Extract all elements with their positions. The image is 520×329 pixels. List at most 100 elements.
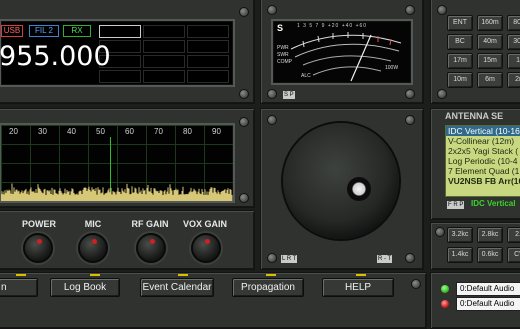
band-button-80m[interactable]: 80m — [507, 15, 520, 31]
tuning-panel: L R T R - T — [260, 108, 424, 270]
help-button[interactable]: HELP — [322, 278, 394, 297]
audio-output-led — [441, 300, 449, 308]
band-button-6m[interactable]: 6m — [477, 72, 503, 88]
antenna-list[interactable]: IDC Vertical (10-16 V-Collinear (12m) 2x… — [445, 125, 520, 197]
meter-alc-label: ALC — [301, 73, 311, 79]
power-knob[interactable] — [23, 233, 53, 263]
antenna-item[interactable]: VU2NSB FB Arr(10 — [446, 176, 520, 186]
bottom-button-indicator-1 — [16, 274, 26, 276]
antenna-item-selected[interactable]: IDC Vertical (10-16 — [446, 126, 520, 136]
screw — [405, 5, 415, 15]
band-button-15m[interactable]: 15m — [477, 53, 503, 69]
band-button-2m[interactable]: 2m — [507, 72, 520, 88]
screw — [437, 5, 447, 15]
propagation-button[interactable]: Propagation — [232, 278, 304, 297]
band-panel: ENT 160m 80m BC 40m 30m 17m 15m 12 10m 6… — [430, 0, 520, 104]
screw — [405, 89, 415, 99]
filter-button-2-5kc[interactable]: 2.5 — [507, 227, 520, 243]
antenna-item[interactable]: 2x2x5 Yagi Stack ( — [446, 146, 520, 156]
memory-slot-12[interactable] — [187, 70, 229, 83]
band-button-ent[interactable]: ENT — [447, 15, 473, 31]
screw — [239, 193, 249, 203]
mode-usb-badge[interactable]: USB — [1, 25, 23, 37]
mic-knob[interactable] — [78, 233, 108, 263]
rx-badge[interactable]: RX — [63, 25, 91, 37]
meter-swr-label: SWR — [277, 52, 289, 58]
antenna-title: ANTENNA SE — [445, 111, 504, 121]
filter-button-3-2kc[interactable]: 3.2kc — [447, 227, 473, 243]
vfo-display: USB FIL 2 RX 955.000 — [0, 19, 235, 87]
audio-input-led — [441, 285, 449, 293]
band-button-17m[interactable]: 17m — [447, 53, 473, 69]
s-meter: S 1 3 5 7 9 +20 +40 +60 PWR SWR COMP ALC… — [271, 19, 413, 85]
filter-button-1-4kc[interactable]: 1.4kc — [447, 247, 473, 263]
meter-scale-graphic — [290, 32, 402, 82]
memory-slot-1[interactable] — [99, 25, 141, 38]
screw — [411, 279, 421, 289]
rf-gain-knob[interactable] — [136, 233, 166, 263]
mic-knob-label: MIC — [84, 219, 102, 229]
antenna-item[interactable]: 7 Element Quad (1 — [446, 166, 520, 176]
memory-slot-2[interactable] — [143, 25, 185, 38]
meter-pwr-label: PWR — [277, 45, 289, 51]
filter-button-2-8kc[interactable]: 2.8kc — [477, 227, 503, 243]
audio-output-device[interactable]: 0:Default Audio — [456, 297, 520, 311]
screw — [239, 7, 249, 17]
screw — [405, 115, 415, 125]
vox-gain-knob[interactable] — [191, 233, 221, 263]
audio-input-device[interactable]: 0:Default Audio — [456, 282, 520, 296]
bottom-button-indicator-2 — [90, 274, 100, 276]
screw — [435, 227, 445, 237]
band-button-160m[interactable]: 160m — [477, 15, 503, 31]
meter-s-label: S — [277, 23, 284, 33]
band-button-10m[interactable]: 10m — [447, 72, 473, 88]
selected-antenna-readout: IDC Vertical — [471, 199, 516, 208]
sp-badge[interactable]: S P — [283, 91, 295, 99]
meter-panel: S 1 3 5 7 9 +20 +40 +60 PWR SWR COMP ALC… — [260, 0, 424, 104]
filter-button-cw[interactable]: CW — [507, 247, 520, 263]
band-button-12m[interactable]: 12 — [507, 53, 520, 69]
meter-watts-label: 100W — [385, 65, 399, 71]
memory-slot-8[interactable] — [143, 55, 185, 68]
knob-strip: POWER MIC RF GAIN VOX GAIN — [0, 210, 255, 270]
memory-slot-5[interactable] — [143, 40, 185, 53]
rt-badge[interactable]: R - T — [377, 255, 393, 263]
power-knob-label: POWER — [21, 219, 56, 229]
filter-badge[interactable]: FIL 2 — [29, 25, 59, 37]
bottom-button-indicator-5 — [356, 274, 366, 276]
spectrum-panel: 20 30 40 50 60 70 80 90 — [0, 108, 255, 208]
meter-comp-label: COMP — [277, 59, 292, 65]
screw — [239, 117, 249, 127]
screw — [267, 253, 277, 263]
event-calendar-button[interactable]: Event Calendar — [140, 278, 214, 297]
memory-slot-6[interactable] — [187, 40, 229, 53]
screw — [239, 89, 249, 99]
antenna-item[interactable]: Log Periodic (10-4 — [446, 156, 520, 166]
lrt-badge[interactable]: L R T — [281, 255, 298, 263]
rf-gain-knob-label: RF GAIN — [131, 219, 169, 229]
bottom-button-indicator-4 — [266, 274, 276, 276]
tuning-dial[interactable] — [283, 123, 399, 239]
frequency-readout[interactable]: 955.000 — [0, 41, 111, 72]
memory-slot-9[interactable] — [187, 55, 229, 68]
spectrum-noise-floor — [1, 183, 233, 201]
bottom-button-partial[interactable]: n — [0, 278, 38, 297]
band-button-40m[interactable]: 40m — [477, 34, 503, 50]
memory-slot-3[interactable] — [187, 25, 229, 38]
bottom-button-indicator-3 — [178, 274, 188, 276]
antenna-item[interactable]: V-Collinear (12m) — [446, 136, 520, 146]
filter-panel: 3.2kc 2.8kc 2.5 1.4kc 0.6kc CW — [430, 222, 520, 270]
frp-badge[interactable]: F R P — [447, 201, 465, 209]
vfo-panel: USB FIL 2 RX 955.000 — [0, 0, 255, 104]
screw — [405, 253, 415, 263]
band-button-30m[interactable]: 30m — [507, 34, 520, 50]
screw — [437, 89, 447, 99]
antenna-panel: ANTENNA SE IDC Vertical (10-16 V-Colline… — [430, 108, 520, 220]
spectrum-display[interactable]: 20 30 40 50 60 70 80 90 — [0, 123, 235, 203]
filter-button-0-6kc[interactable]: 0.6kc — [477, 247, 503, 263]
meter-s-scale: 1 3 5 7 9 +20 +40 +60 — [297, 23, 368, 29]
memory-slot-11[interactable] — [143, 70, 185, 83]
band-button-bc[interactable]: BC — [447, 34, 473, 50]
vox-gain-knob-label: VOX GAIN — [182, 219, 227, 229]
log-book-button[interactable]: Log Book — [50, 278, 120, 297]
